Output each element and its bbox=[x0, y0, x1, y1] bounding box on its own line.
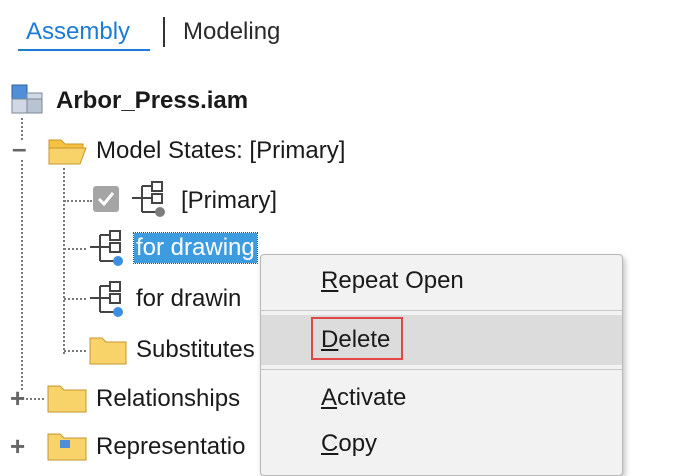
relationships-label[interactable]: Relationships bbox=[96, 384, 240, 414]
accelerator-key: R bbox=[321, 267, 339, 294]
tab-assembly[interactable]: Assembly bbox=[26, 14, 130, 50]
expand-toggle[interactable]: + bbox=[10, 385, 25, 411]
model-state-icon bbox=[90, 281, 123, 317]
menu-item-label: epeat Open bbox=[338, 267, 464, 294]
root-assembly-label[interactable]: Arbor_Press.iam bbox=[56, 86, 248, 116]
menu-item-repeat-open[interactable]: Repeat Open bbox=[261, 256, 622, 306]
active-tab-underline bbox=[18, 49, 150, 51]
tree-guide bbox=[64, 298, 86, 300]
collapse-toggle[interactable]: – bbox=[12, 135, 26, 161]
accelerator-key: C bbox=[321, 430, 339, 457]
folder-icon bbox=[89, 337, 127, 365]
folder-icon bbox=[47, 385, 87, 413]
menu-item-label: ctivate bbox=[337, 384, 407, 411]
representations-label[interactable]: Representatio bbox=[96, 432, 245, 462]
folder-icon bbox=[47, 433, 87, 461]
tab-separator bbox=[163, 17, 165, 47]
menu-item-copy[interactable]: Copy bbox=[261, 419, 622, 469]
tree-guide bbox=[63, 168, 65, 354]
context-menu: Repeat Open Delete Activate Copy bbox=[260, 254, 623, 476]
tab-modeling[interactable]: Modeling bbox=[183, 14, 280, 50]
menu-separator bbox=[261, 369, 622, 370]
model-state-selected[interactable]: for drawing bbox=[133, 232, 258, 264]
tree-guide bbox=[64, 350, 86, 352]
accelerator-key: A bbox=[321, 384, 338, 411]
menu-item-delete[interactable]: Delete bbox=[261, 315, 622, 365]
menu-item-activate[interactable]: Activate bbox=[261, 373, 622, 423]
menu-item-label: elete bbox=[338, 326, 391, 353]
model-state-icon bbox=[90, 230, 123, 266]
tree-guide bbox=[64, 248, 86, 250]
assembly-icon bbox=[11, 84, 43, 114]
model-state-icon bbox=[132, 181, 165, 217]
folder-open-icon bbox=[48, 139, 87, 165]
model-states-label[interactable]: Model States: [Primary] bbox=[96, 136, 345, 166]
menu-item-label: opy bbox=[338, 430, 378, 457]
expand-toggle[interactable]: + bbox=[10, 433, 25, 459]
accelerator-key: D bbox=[321, 326, 339, 353]
model-state-item[interactable]: for drawin bbox=[136, 284, 241, 314]
menu-separator bbox=[261, 310, 622, 311]
tree-guide bbox=[64, 200, 92, 202]
primary-state-label[interactable]: [Primary] bbox=[181, 186, 277, 216]
tree-guide bbox=[21, 160, 23, 390]
tree-guide bbox=[22, 398, 44, 400]
substitutes-label[interactable]: Substitutes bbox=[136, 335, 255, 365]
checkbox-checked-icon[interactable] bbox=[92, 185, 120, 213]
